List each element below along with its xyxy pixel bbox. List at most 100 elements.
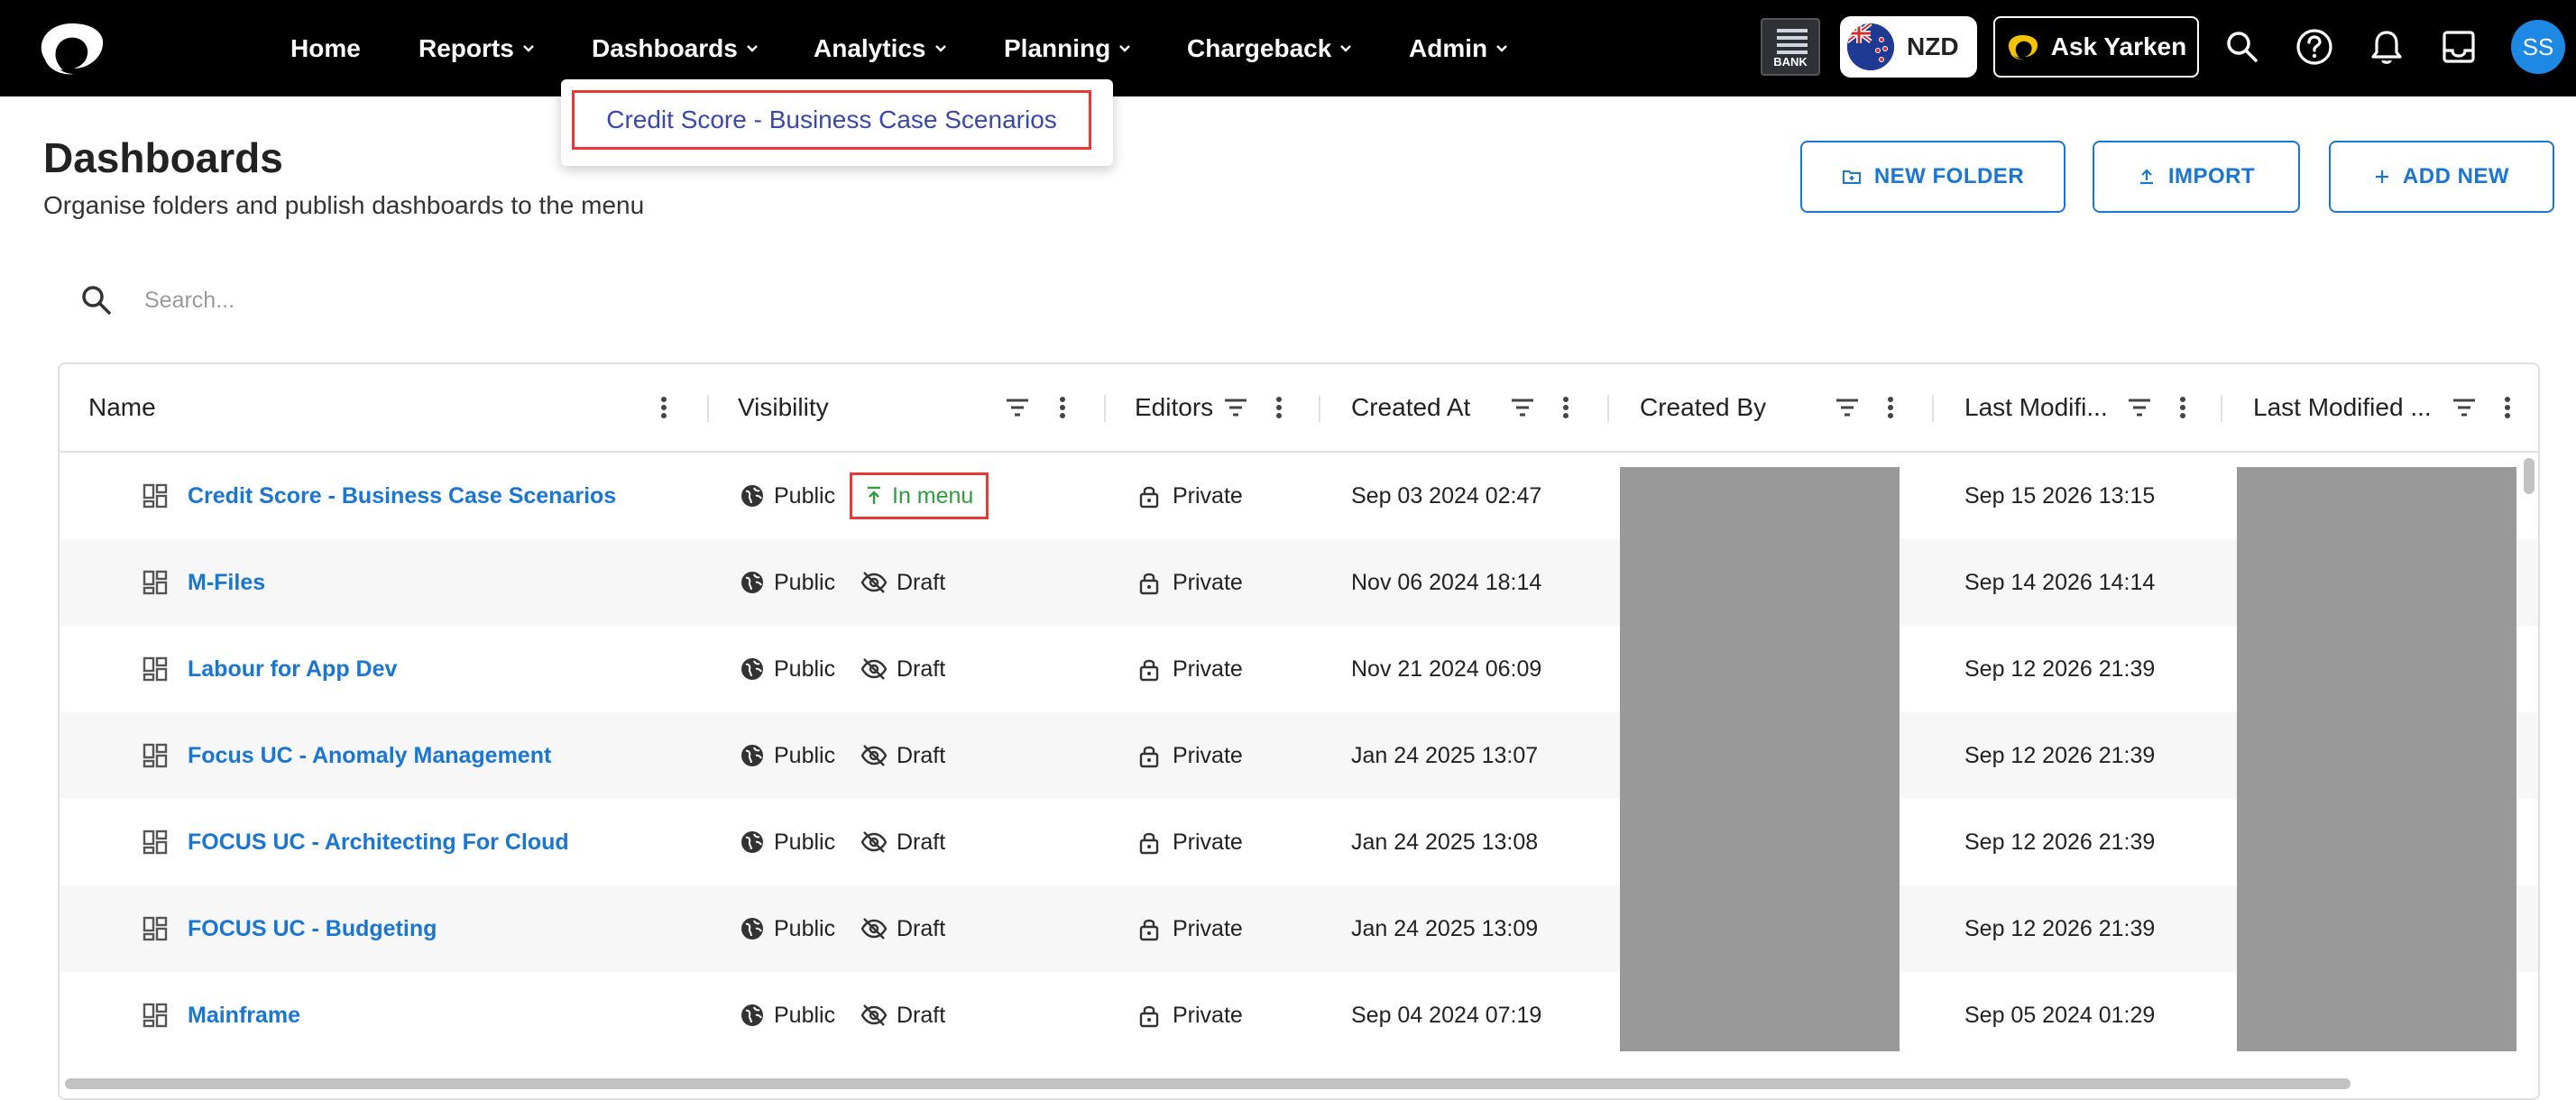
nav-analytics-label: Analytics (814, 34, 926, 62)
filter-icon[interactable] (1001, 391, 1034, 424)
publish-icon (868, 486, 880, 504)
table-row[interactable]: Mainframe Public Draft Private Sep 04 20… (60, 972, 2538, 1059)
eye-off-icon[interactable] (860, 885, 888, 972)
table-row[interactable]: Focus UC - Anomaly Management Public Dra… (60, 712, 2538, 799)
column-header-name[interactable]: Name (88, 364, 156, 451)
dashboard-icon (143, 453, 168, 539)
dashboard-name-link[interactable]: M-Files (188, 539, 265, 626)
import-button[interactable]: IMPORT (2093, 141, 2300, 213)
nav-planning-label: Planning (1004, 34, 1111, 62)
editors-label: Private (1173, 569, 1243, 595)
eye-off-icon[interactable] (860, 626, 888, 712)
new-folder-button[interactable]: NEW FOLDER (1800, 141, 2065, 213)
in-menu-badge[interactable]: In menu (850, 472, 989, 519)
dashboard-icon (143, 885, 168, 972)
editors-label: Private (1173, 1002, 1243, 1028)
public-globe-icon (740, 539, 765, 626)
nav-admin[interactable]: Admin (1409, 32, 1509, 65)
dashboard-name-link[interactable]: Credit Score - Business Case Scenarios (188, 453, 616, 539)
avatar-initials: SS (2522, 32, 2554, 60)
eye-off-icon[interactable] (860, 712, 888, 799)
column-header-last-modified-by[interactable]: Last Modified ... (2253, 364, 2432, 451)
column-header-created-at[interactable]: Created At (1351, 364, 1470, 451)
table-row[interactable]: FOCUS UC - Architecting For Cloud Public… (60, 799, 2538, 885)
eye-off-icon[interactable] (860, 799, 888, 885)
nav-dashboards[interactable]: Dashboards (592, 32, 759, 65)
column-menu-icon[interactable] (1046, 391, 1079, 424)
import-label: IMPORT (2167, 164, 2256, 188)
folder-plus-icon (1842, 170, 1861, 184)
filter-icon[interactable] (2448, 391, 2480, 424)
nav-analytics[interactable]: Analytics (814, 32, 948, 65)
filter-icon[interactable] (1219, 391, 1252, 424)
last-modified-at: Sep 12 2026 21:39 (1964, 742, 2156, 768)
nav-dashboards-label: Dashboards (592, 34, 738, 62)
dropdown-item-credit-score[interactable]: Credit Score - Business Case Scenarios (572, 90, 1091, 150)
plus-icon (2375, 170, 2388, 183)
visibility-label: Public (774, 655, 836, 682)
column-menu-icon[interactable] (1263, 391, 1295, 424)
redacted-created-by-column (1620, 467, 1900, 1051)
nav-reports[interactable]: Reports (419, 32, 536, 65)
editors-label: Private (1173, 482, 1243, 509)
chevron-down-icon (934, 45, 946, 52)
chevron-down-icon (1119, 45, 1131, 52)
in-menu-status[interactable]: In menu (850, 453, 989, 539)
nav-chargeback[interactable]: Chargeback (1187, 32, 1353, 65)
nav-home[interactable]: Home (290, 32, 361, 65)
column-menu-icon[interactable] (648, 391, 680, 424)
search-icon[interactable] (2221, 25, 2264, 69)
column-menu-icon[interactable] (1550, 391, 1582, 424)
dashboard-name-link[interactable]: FOCUS UC - Budgeting (188, 885, 437, 972)
nav-planning[interactable]: Planning (1004, 32, 1132, 65)
status-label: Draft (897, 1002, 946, 1028)
currency-selector[interactable]: NZD (1840, 16, 1977, 78)
vertical-scrollbar[interactable] (2524, 458, 2535, 494)
dashboard-name-link[interactable]: FOCUS UC - Architecting For Cloud (188, 799, 569, 885)
filter-icon[interactable] (2123, 391, 2156, 424)
column-header-visibility[interactable]: Visibility (738, 364, 829, 451)
table-row[interactable]: M-Files Public Draft Private Nov 06 2024… (60, 539, 2538, 626)
ask-yarken-label: Ask Yarken (2050, 32, 2187, 60)
nz-flag-icon (1847, 23, 1894, 70)
table-row[interactable]: FOCUS UC - Budgeting Public Draft Privat… (60, 885, 2538, 972)
dashboard-name-link[interactable]: Mainframe (188, 972, 300, 1059)
column-menu-icon[interactable] (1874, 391, 1907, 424)
chevron-down-icon (522, 45, 534, 52)
column-header-last-modified-at[interactable]: Last Modifi... (1964, 364, 2108, 451)
column-menu-icon[interactable] (2491, 391, 2524, 424)
filter-icon[interactable] (1831, 391, 1863, 424)
visibility-label: Public (774, 829, 836, 855)
eye-off-icon[interactable] (860, 972, 888, 1059)
inbox-icon[interactable] (2437, 25, 2480, 69)
filter-icon[interactable] (1506, 391, 1539, 424)
help-icon[interactable] (2293, 25, 2336, 69)
lock-icon (1138, 453, 1160, 539)
eye-off-icon[interactable] (860, 539, 888, 626)
notifications-bell-icon[interactable] (2365, 25, 2408, 69)
table-header: Name Visibility Editors Created At Creat… (60, 364, 2538, 453)
last-modified-at: Sep 14 2026 14:14 (1964, 569, 2156, 595)
table-row[interactable]: Labour for App Dev Public Draft Private … (60, 626, 2538, 712)
new-folder-label: NEW FOLDER (1873, 164, 2025, 188)
ask-yarken-button[interactable]: Ask Yarken (1993, 16, 2199, 78)
bank-logo[interactable]: BANK (1761, 18, 1820, 76)
dashboard-name-link[interactable]: Labour for App Dev (188, 626, 397, 712)
public-globe-icon (740, 453, 765, 539)
add-new-button[interactable]: ADD NEW (2329, 141, 2554, 213)
editors-label: Private (1173, 742, 1243, 768)
column-menu-icon[interactable] (2167, 391, 2199, 424)
last-modified-at: Sep 12 2026 21:39 (1964, 655, 2156, 682)
app-logo[interactable] (36, 20, 108, 78)
dashboard-name-link[interactable]: Focus UC - Anomaly Management (188, 712, 551, 799)
search-input[interactable] (144, 280, 866, 321)
visibility-label: Public (774, 482, 836, 509)
dashboard-icon (143, 712, 168, 799)
table-row[interactable]: Credit Score - Business Case Scenarios P… (60, 453, 2538, 539)
created-at: Jan 24 2025 13:07 (1351, 742, 1539, 768)
column-header-created-by[interactable]: Created By (1640, 364, 1766, 451)
status-label: In menu (892, 482, 974, 509)
horizontal-scrollbar[interactable] (65, 1078, 2351, 1089)
user-avatar[interactable]: SS (2511, 20, 2565, 74)
column-header-editors[interactable]: Editors (1135, 364, 1213, 451)
